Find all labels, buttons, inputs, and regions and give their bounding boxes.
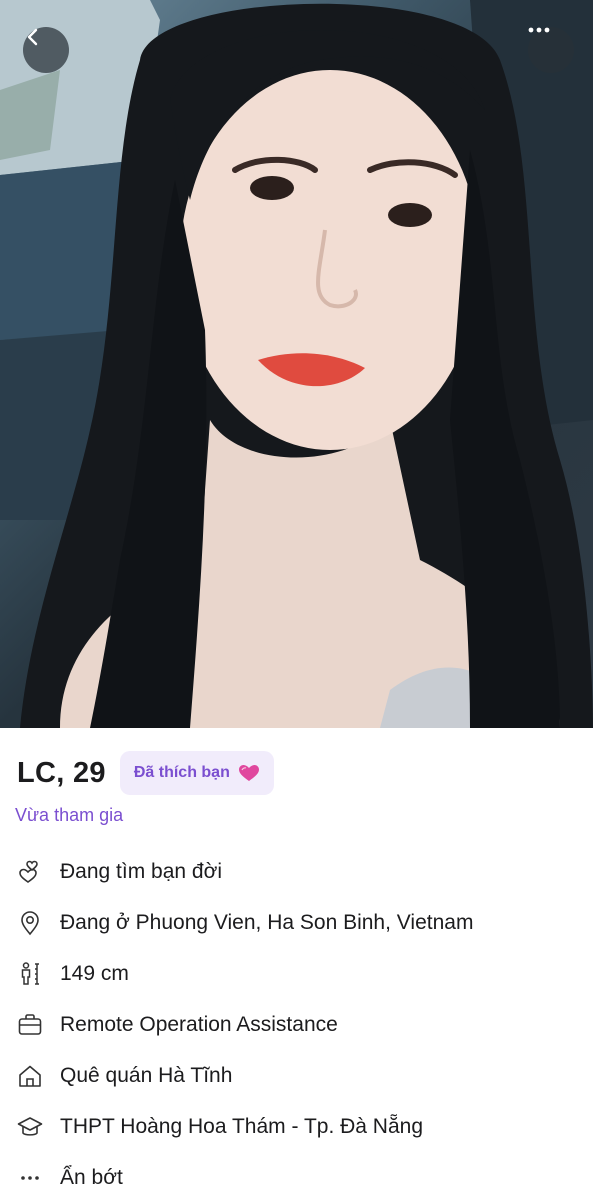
show-less-toggle[interactable]: Ẩn bớt [15, 1152, 585, 1196]
heart-icon [238, 764, 260, 782]
relationship-hearts-icon [15, 857, 45, 887]
name-row: LC, 29 Đã thích bạn [17, 751, 274, 795]
attribute-looking-for: Đang tìm bạn đời [15, 846, 585, 897]
profile-info: LC, 29 Đã thích bạn Vừa tham gia Đang tì… [0, 728, 593, 1196]
name-age: LC, 29 [17, 756, 106, 789]
profile-attributes: Đang tìm bạn đời Đang ở Phuong Vien, Ha … [15, 846, 585, 1196]
home-icon [15, 1061, 45, 1091]
show-less-label[interactable]: Ẩn bớt [60, 1166, 123, 1190]
attribute-education: THPT Hoàng Hoa Thám - Tp. Đà Nẵng [15, 1101, 585, 1152]
attribute-hometown: Quê quán Hà Tĩnh [15, 1050, 585, 1101]
more-dots-icon [15, 1163, 45, 1193]
profile-photo-illustration [0, 0, 593, 728]
attribute-location: Đang ở Phuong Vien, Ha Son Binh, Vietnam [15, 897, 585, 948]
attribute-text: Quê quán Hà Tĩnh [60, 1063, 233, 1087]
profile-photo[interactable] [0, 0, 593, 728]
more-dots-icon [528, 27, 550, 33]
more-options-button[interactable] [528, 27, 574, 73]
briefcase-icon [15, 1010, 45, 1040]
height-icon [15, 959, 45, 989]
liked-you-badge: Đã thích bạn [119, 751, 274, 795]
attribute-text: Đang ở Phuong Vien, Ha Son Binh, Vietnam [60, 910, 474, 934]
graduation-cap-icon [15, 1112, 45, 1142]
liked-you-label: Đã thích bạn [133, 764, 230, 781]
attribute-text: 149 cm [60, 961, 129, 985]
location-pin-icon [15, 908, 45, 938]
attribute-height: 149 cm [15, 948, 585, 999]
attribute-text: Đang tìm bạn đời [60, 859, 223, 883]
attribute-text: Remote Operation Assistance [60, 1012, 338, 1036]
attribute-work: Remote Operation Assistance [15, 999, 585, 1050]
back-button[interactable] [23, 27, 69, 73]
chevron-left-icon [27, 28, 38, 46]
attribute-text: THPT Hoàng Hoa Thám - Tp. Đà Nẵng [60, 1114, 423, 1138]
joined-status: Vừa tham gia [15, 805, 124, 825]
